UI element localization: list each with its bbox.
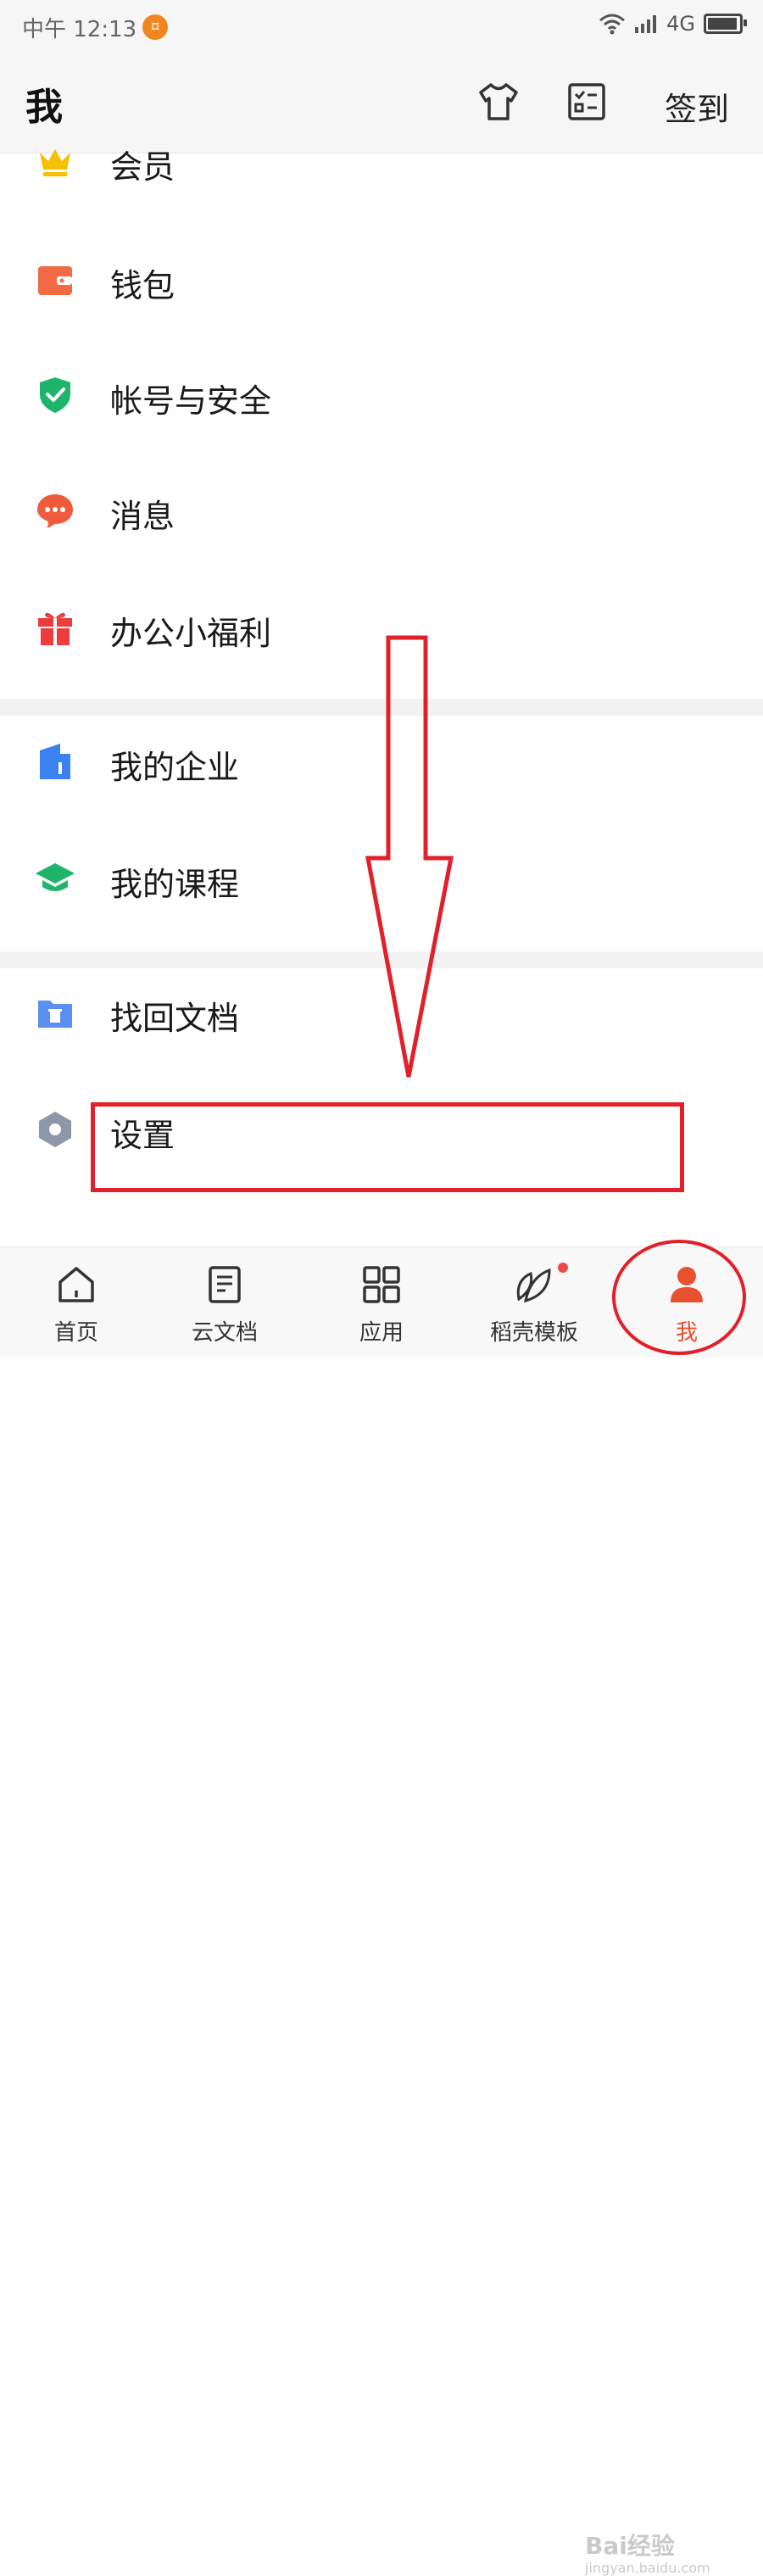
tab-label: 云文档 (191, 1320, 258, 1346)
tab-label: 首页 (53, 1320, 98, 1346)
section-divider (0, 699, 763, 716)
battery-icon (704, 14, 747, 34)
tab-me[interactable]: 我 (610, 1247, 763, 1358)
apps-grid-icon (359, 1263, 404, 1307)
menu-item-my-courses[interactable]: 我的课程 (0, 836, 763, 921)
menu-item-membership[interactable]: 会员 (0, 119, 763, 204)
section-divider (0, 951, 763, 968)
graduation-cap-icon (32, 856, 78, 901)
tab-label: 稻壳模板 (489, 1320, 578, 1346)
menu-item-label: 办公小福利 (110, 615, 272, 652)
status-bar: 中午 12:13 ⌑ 4G (0, 0, 763, 53)
menu-item-label: 找回文档 (110, 1000, 240, 1037)
menu-item-account-security[interactable]: 帐号与安全 (0, 353, 763, 438)
menu-item-office-benefits[interactable]: 办公小福利 (0, 585, 763, 670)
annotation-highlight-box (91, 1102, 684, 1192)
shield-check-icon (32, 372, 78, 418)
menu-item-my-enterprise[interactable]: 我的企业 (0, 719, 763, 804)
recover-folder-icon (32, 990, 78, 1035)
menu-item-wallet[interactable]: 钱包 (0, 237, 763, 322)
document-icon (203, 1263, 247, 1307)
leaf-icon (512, 1263, 556, 1307)
tab-cloud-docs[interactable]: 云文档 (148, 1247, 301, 1358)
watermark-brand: Bai经验 (585, 2532, 675, 2560)
tab-apps[interactable]: 应用 (305, 1247, 458, 1358)
tab-label: 应用 (359, 1320, 404, 1346)
wifi-icon (599, 14, 626, 35)
tab-label: 我 (675, 1320, 698, 1346)
bottom-tab-bar: 首页 云文档 应用 稻壳模板 我 Bai经验 jingyan.baidu.com (0, 1246, 763, 2576)
status-time: 中午 12:13 (22, 17, 137, 42)
menu-item-label: 消息 (110, 498, 175, 535)
menu-item-label: 帐号与安全 (110, 382, 272, 420)
tab-home[interactable]: 首页 (0, 1247, 153, 1358)
gift-icon (32, 605, 78, 650)
app-notification-icon: ⌑ (142, 14, 168, 40)
crown-icon (32, 138, 78, 184)
signal-icon (635, 15, 657, 33)
notification-dot (558, 1263, 568, 1273)
menu-item-label: 会员 (110, 148, 175, 186)
menu-item-label: 我的企业 (110, 749, 240, 786)
settings-icon (32, 1107, 78, 1152)
network-type: 4G (666, 12, 695, 36)
menu-item-messages[interactable]: 消息 (0, 468, 763, 553)
menu-item-recover-documents[interactable]: 找回文档 (0, 970, 763, 1055)
watermark-url: jingyan.baidu.com (585, 2560, 710, 2576)
tab-docer-templates[interactable]: 稻壳模板 (458, 1247, 610, 1358)
enterprise-icon (32, 739, 78, 784)
home-icon (54, 1263, 98, 1307)
status-indicators: 4G (599, 12, 747, 36)
menu-item-label: 我的课程 (110, 866, 240, 903)
wallet-icon (32, 257, 78, 303)
message-icon (32, 488, 78, 533)
menu-item-label: 钱包 (110, 267, 175, 304)
person-icon (665, 1263, 709, 1307)
